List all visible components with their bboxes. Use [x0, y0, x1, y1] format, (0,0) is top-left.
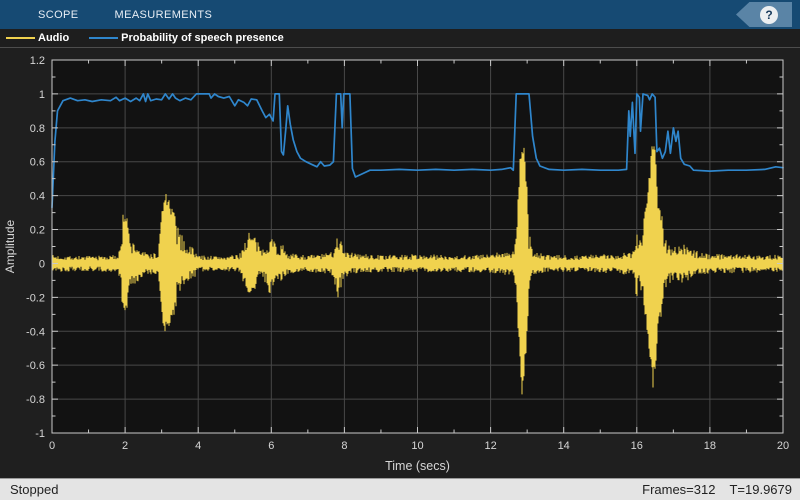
- svg-text:16: 16: [631, 440, 643, 452]
- svg-text:0.6: 0.6: [30, 157, 45, 169]
- svg-text:0: 0: [39, 258, 45, 270]
- toolstrip: SCOPE MEASUREMENTS ?: [0, 0, 800, 29]
- svg-text:0.4: 0.4: [30, 191, 45, 203]
- svg-text:-0.4: -0.4: [26, 326, 45, 338]
- plot-region: -1 -0.8 -0.6 -0.4 -0.2 0 0.2 0.4 0.6 0.8 1 1.2 0 2 4 6 8…: [0, 48, 800, 478]
- svg-text:0.8: 0.8: [30, 123, 45, 135]
- legend-label-probability: Probability of speech presence: [121, 32, 284, 44]
- svg-text:0: 0: [49, 440, 55, 452]
- svg-text:10: 10: [411, 440, 423, 452]
- status-bar: Stopped Frames=312 T=19.9679: [0, 478, 800, 500]
- svg-text:18: 18: [704, 440, 716, 452]
- svg-text:0.2: 0.2: [30, 225, 45, 237]
- svg-text:12: 12: [484, 440, 496, 452]
- svg-text:-0.6: -0.6: [26, 360, 45, 372]
- status-frames: Frames=312: [642, 482, 715, 497]
- svg-text:8: 8: [341, 440, 347, 452]
- status-time: T=19.9679: [729, 482, 792, 497]
- tab-measurements[interactable]: MEASUREMENTS: [97, 0, 231, 29]
- svg-text:-0.8: -0.8: [26, 394, 45, 406]
- svg-text:Amplitude: Amplitude: [3, 220, 17, 274]
- legend-item-audio[interactable]: Audio: [0, 29, 83, 47]
- tab-scope[interactable]: SCOPE: [20, 0, 97, 29]
- svg-text:2: 2: [122, 440, 128, 452]
- svg-text:-0.2: -0.2: [26, 292, 45, 304]
- svg-text:Time (secs): Time (secs): [385, 459, 450, 473]
- svg-text:1: 1: [39, 89, 45, 101]
- status-text: Stopped: [10, 482, 58, 497]
- legend: Audio Probability of speech presence: [0, 29, 800, 48]
- svg-text:20: 20: [777, 440, 789, 452]
- svg-text:1.2: 1.2: [30, 55, 45, 67]
- question-icon: ?: [760, 6, 778, 24]
- scope-window: SCOPE MEASUREMENTS ? Audio Probability o…: [0, 0, 800, 500]
- svg-text:6: 6: [268, 440, 274, 452]
- svg-text:-1: -1: [35, 428, 45, 440]
- legend-label-audio: Audio: [38, 32, 69, 44]
- legend-item-probability[interactable]: Probability of speech presence: [83, 29, 298, 47]
- probability-line-swatch: [89, 37, 118, 39]
- audio-line-swatch: [6, 37, 35, 39]
- svg-text:14: 14: [558, 440, 570, 452]
- help-button[interactable]: ?: [736, 2, 792, 27]
- svg-text:4: 4: [195, 440, 201, 452]
- scope-plot-svg[interactable]: -1 -0.8 -0.6 -0.4 -0.2 0 0.2 0.4 0.6 0.8 1 1.2 0 2 4 6 8…: [0, 48, 800, 478]
